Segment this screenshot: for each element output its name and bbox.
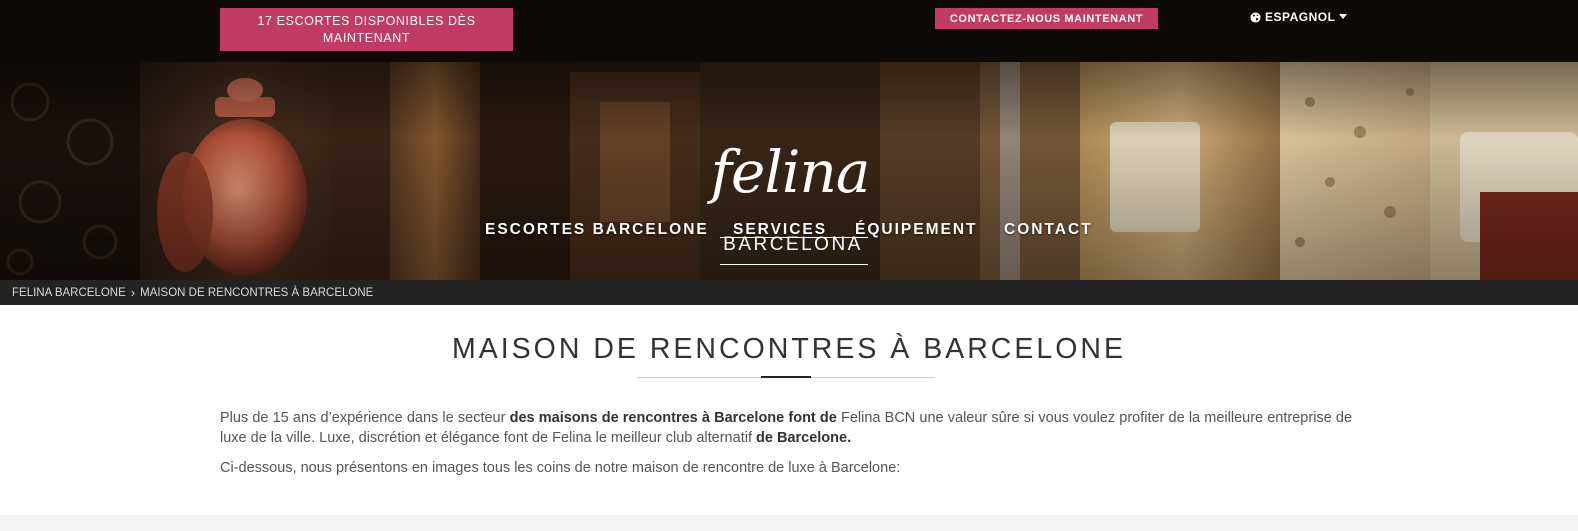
language-label: ESPAGNOL [1265,10,1336,24]
available-escorts-button[interactable]: 17 ESCORTES DISPONIBLES DÈS MAINTENANT [220,8,513,51]
logo-script: felina [710,138,871,206]
hero-banner: felina BARCELONA ESCORTES BARCELONE SERV… [0,62,1578,280]
breadcrumb: FELINA BARCELONE › MAISON DE RENCONTRES … [0,280,1578,305]
chevron-right-icon: › [130,285,136,300]
intro-bold-1: des maisons de rencontres à Barcelone fo… [509,410,837,426]
breadcrumb-current: MAISON DE RENCONTRES À BARCELONE [140,286,374,299]
globe-icon [1250,11,1261,23]
intro-paragraph: Plus de 15 ans d’expérience dans le sect… [220,410,1353,446]
nav-services[interactable]: SERVICES [733,218,827,242]
gallery-intro-paragraph: Ci-dessous, nous présentons en images to… [220,460,901,476]
contact-now-button[interactable]: CONTACTEZ-NOUS MAINTENANT [935,8,1158,29]
main-nav: ESCORTES BARCELONE SERVICES ÉQUIPEMENT C… [0,218,1578,242]
intro-bold-2: de Barcelone. [756,430,852,446]
nav-escortes-barcelone[interactable]: ESCORTES BARCELONE [485,218,709,242]
breadcrumb-home-link[interactable]: FELINA BARCELONE [12,287,126,299]
logo-underline [720,264,868,265]
caret-down-icon [1339,14,1348,20]
section-divider-strip [0,515,1578,531]
title-divider-accent [761,376,811,378]
nav-equipement[interactable]: ÉQUIPEMENT [855,218,977,242]
page-title: MAISON DE RENCONTRES À BARCELONE [451,333,1126,365]
language-selector[interactable]: ESPAGNOL [1250,9,1348,25]
felina-logo[interactable]: felina BARCELONA [700,124,880,270]
main-content: MAISON DE RENCONTRES À BARCELONE Plus de… [0,305,1578,515]
top-bar: 17 ESCORTES DISPONIBLES DÈS MAINTENANT C… [0,0,1578,62]
nav-contact[interactable]: CONTACT [1004,218,1093,242]
